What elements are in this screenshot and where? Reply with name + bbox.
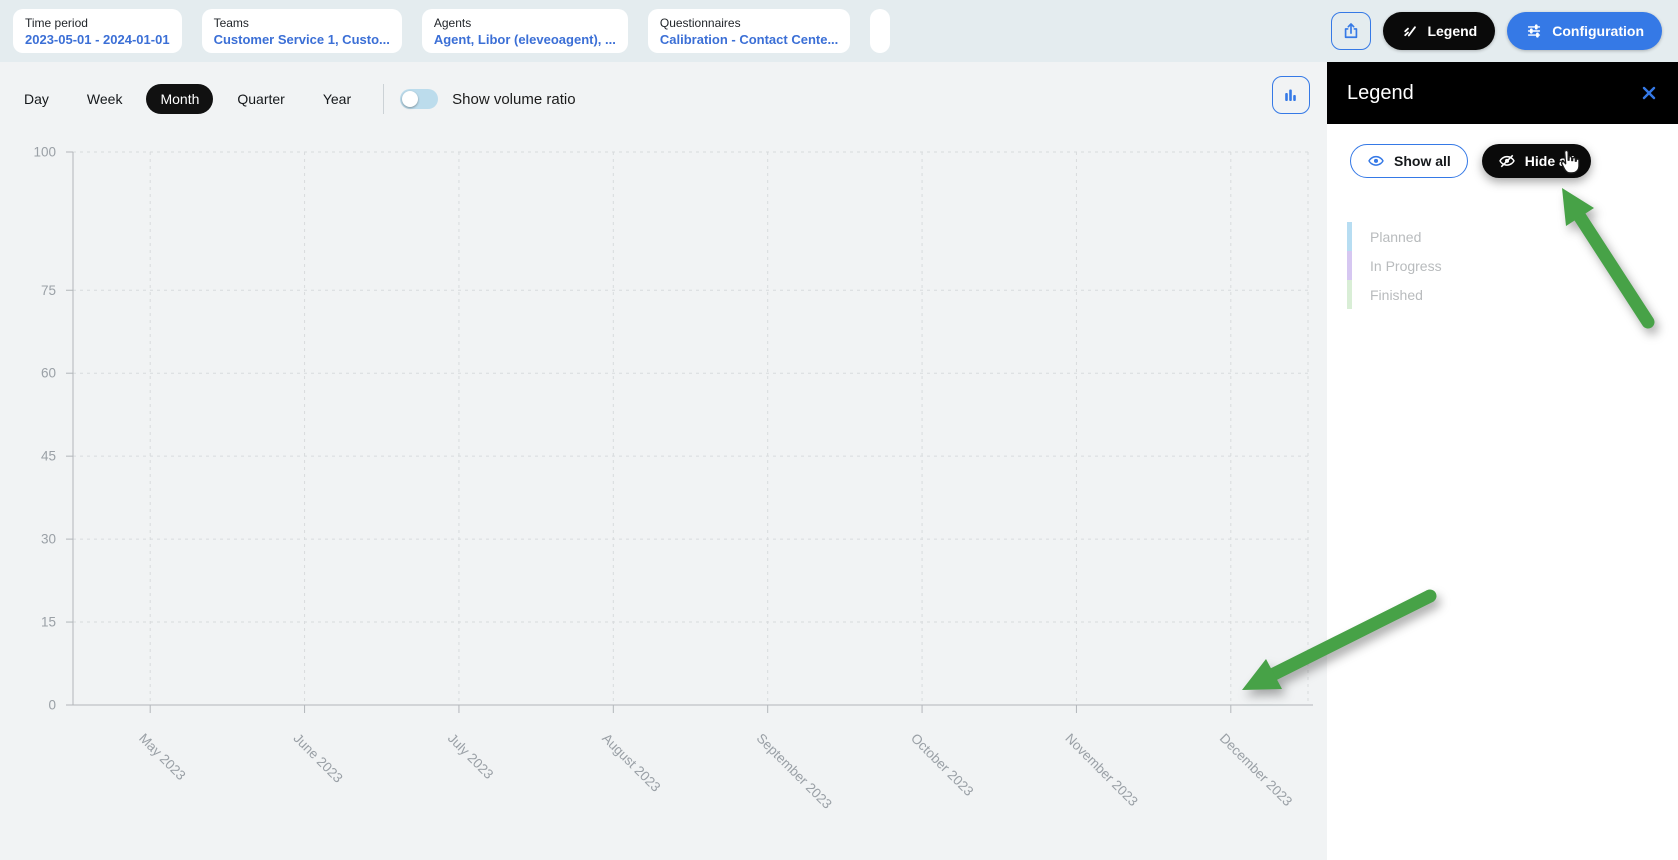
legend-item-planned[interactable]: Planned <box>1347 222 1678 251</box>
upload-icon <box>1341 21 1361 41</box>
filter-chip-agents[interactable]: Agents Agent, Libor (eleveoagent), ... <box>422 9 628 53</box>
filter-chip-value: Calibration - Contact Cente... <box>660 32 838 47</box>
x-axis-label: July 2023 <box>445 731 496 782</box>
legend-item-finished[interactable]: Finished <box>1347 280 1678 309</box>
show-all-button[interactable]: Show all <box>1350 144 1468 178</box>
y-axis-label: 45 <box>41 449 56 464</box>
filter-chip-questionnaires[interactable]: Questionnaires Calibration - Contact Cen… <box>648 9 850 53</box>
show-all-label: Show all <box>1394 153 1451 169</box>
tab-week[interactable]: Week <box>73 84 137 114</box>
y-axis-label: 15 <box>41 615 56 630</box>
bar-chart-icon <box>1282 86 1300 104</box>
legend-panel-header: Legend <box>1327 62 1678 124</box>
legend-panel-actions: Show all Hide all <box>1350 144 1678 178</box>
toolbar: Legend Configuration <box>1331 12 1662 50</box>
tab-month[interactable]: Month <box>146 84 213 114</box>
filter-chip-teams[interactable]: Teams Customer Service 1, Custo... <box>202 9 402 53</box>
filter-chip-label: Teams <box>214 16 390 30</box>
hide-all-button[interactable]: Hide all <box>1482 144 1591 178</box>
y-axis-label: 100 <box>33 145 56 160</box>
legend-item-label: In Progress <box>1370 258 1442 274</box>
x-axis-label: August 2023 <box>599 731 663 795</box>
chart-area: Day Week Month Quarter Year Show volume … <box>0 62 1327 860</box>
legend-color-bar <box>1347 251 1352 280</box>
filter-chip-empty[interactable] <box>870 9 890 53</box>
legend-button[interactable]: Legend <box>1383 12 1495 50</box>
x-axis-label: November 2023 <box>1062 731 1141 810</box>
filter-bar: Time period 2023-05-01 - 2024-01-01 Team… <box>0 0 1678 62</box>
configuration-button-label: Configuration <box>1552 23 1644 39</box>
x-axis-label: December 2023 <box>1217 731 1296 810</box>
legend-item-in-progress[interactable]: In Progress <box>1347 251 1678 280</box>
hide-all-label: Hide all <box>1525 153 1575 169</box>
filter-chip-value: Agent, Libor (eleveoagent), ... <box>434 32 616 47</box>
tab-year[interactable]: Year <box>309 84 365 114</box>
show-volume-ratio-toggle[interactable] <box>400 89 438 109</box>
chart-plot: 0 15 30 45 60 75 100 May 2023 June 2023 July 2023… <box>0 62 1327 860</box>
y-axis-label: 75 <box>41 283 56 298</box>
eye-off-icon <box>1498 154 1516 169</box>
x-axis-label: October 2023 <box>908 731 976 799</box>
legend-panel: Legend Show all <box>1327 62 1678 860</box>
legend-color-bar <box>1347 280 1352 309</box>
legend-button-label: Legend <box>1427 23 1477 39</box>
vertical-divider <box>383 84 384 114</box>
close-icon[interactable] <box>1640 84 1658 102</box>
tab-day[interactable]: Day <box>10 84 63 114</box>
legend-panel-title: Legend <box>1347 82 1414 105</box>
filter-chip-label: Agents <box>434 16 616 30</box>
configuration-button[interactable]: Configuration <box>1507 12 1662 50</box>
filter-chip-value: 2023-05-01 - 2024-01-01 <box>25 32 170 47</box>
toggle-knob <box>402 91 418 107</box>
granularity-controls: Day Week Month Quarter Year Show volume … <box>10 84 576 114</box>
legend-items: Planned In Progress Finished <box>1347 222 1678 309</box>
show-volume-ratio-label: Show volume ratio <box>452 91 575 108</box>
eye-icon <box>1367 154 1385 169</box>
qm-reporting-screen: Time period 2023-05-01 - 2024-01-01 Team… <box>0 0 1678 860</box>
x-axis-label: September 2023 <box>754 731 835 812</box>
x-axis-label: June 2023 <box>290 731 345 786</box>
sliders-icon <box>1525 22 1543 40</box>
filter-chip-value: Customer Service 1, Custo... <box>214 32 390 47</box>
chart-type-button[interactable] <box>1272 76 1310 114</box>
legend-color-bar <box>1347 222 1352 251</box>
tab-quarter[interactable]: Quarter <box>223 84 298 114</box>
filter-chip-label: Time period <box>25 16 170 30</box>
y-axis-label: 0 <box>48 698 56 713</box>
export-button[interactable] <box>1331 12 1371 50</box>
y-axis-label: 60 <box>41 366 56 381</box>
legend-item-label: Finished <box>1370 287 1423 303</box>
filter-chips: Time period 2023-05-01 - 2024-01-01 Team… <box>13 9 890 53</box>
x-axis-label: May 2023 <box>136 731 189 784</box>
filter-chip-time-period[interactable]: Time period 2023-05-01 - 2024-01-01 <box>13 9 182 53</box>
y-axis-label: 30 <box>41 532 56 547</box>
filter-chip-label: Questionnaires <box>660 16 838 30</box>
legend-strokes-icon <box>1401 23 1418 40</box>
legend-item-label: Planned <box>1370 229 1421 245</box>
